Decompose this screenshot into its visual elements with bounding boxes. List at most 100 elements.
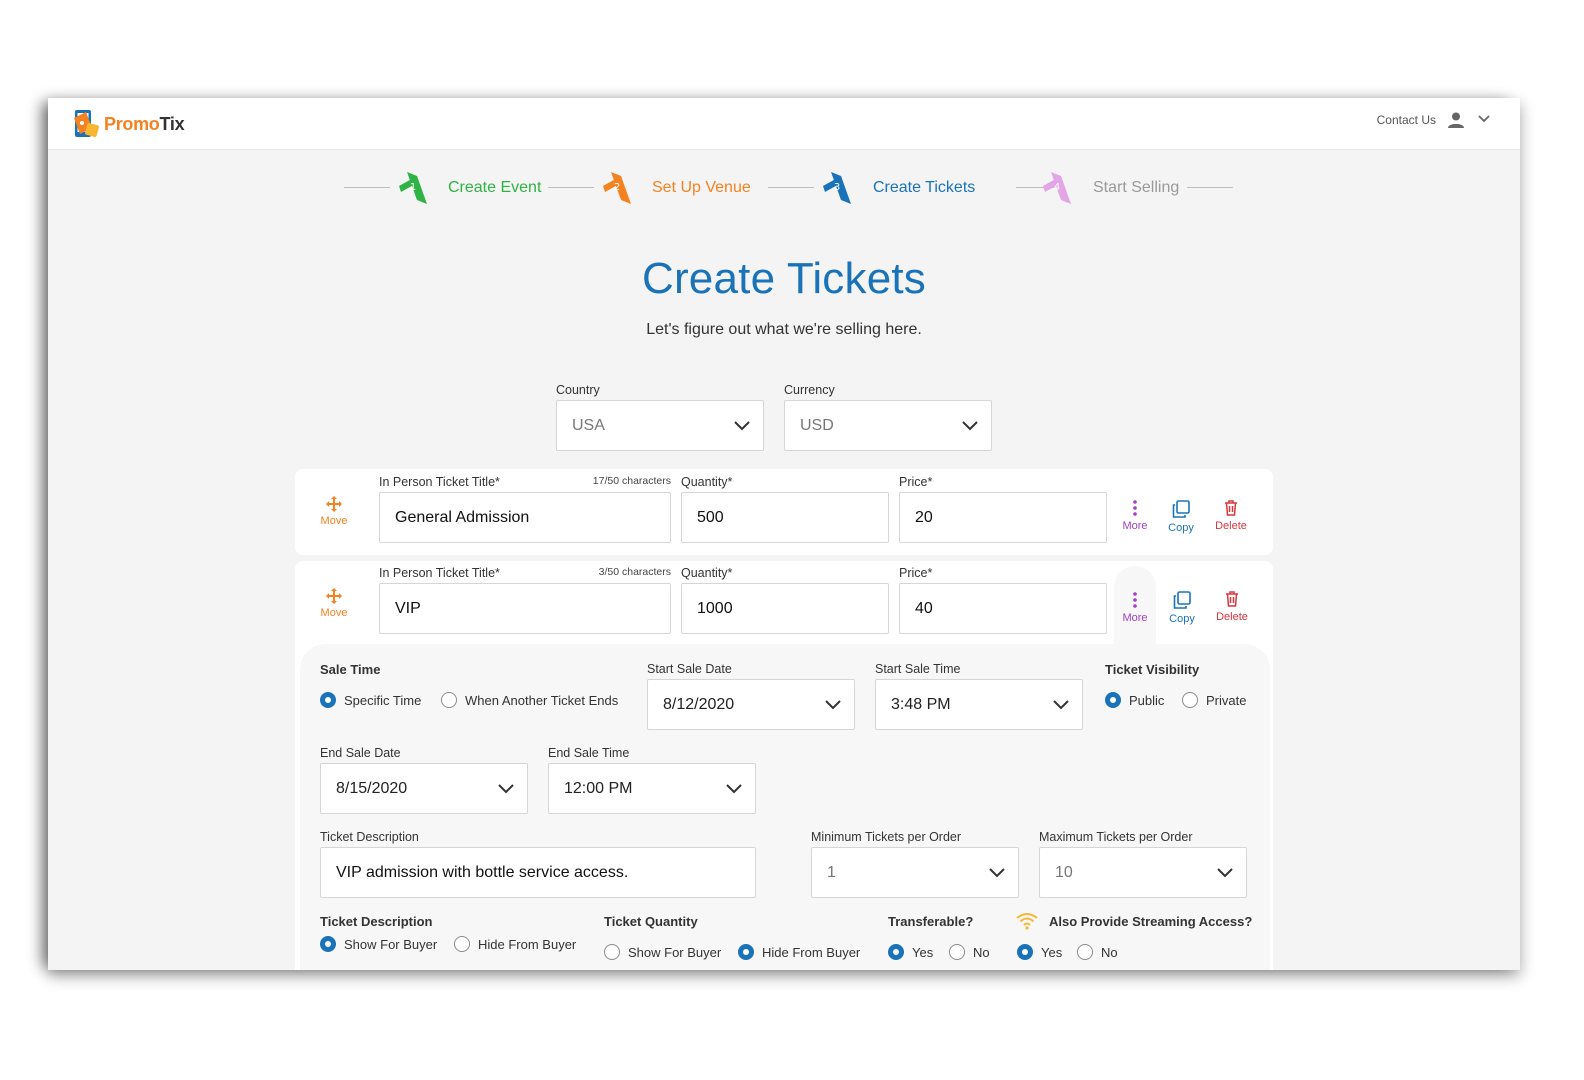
page-subtitle: Let's figure out what we're selling here… [646, 321, 922, 338]
radio-transferable-yes[interactable]: Yes [888, 944, 933, 960]
delete-button[interactable]: Delete [1211, 500, 1251, 532]
price-input[interactable]: 20 [899, 492, 1107, 543]
progress-stepper: 1 Create Event 2 Set Up Venue 3 Create T… [48, 168, 1520, 208]
ticket-phone-logo-icon [74, 110, 99, 137]
quantity-visibility-label: Ticket Quantity [604, 914, 698, 929]
ticket-title-input[interactable]: VIP [379, 583, 671, 634]
ticket-title-input[interactable]: General Admission [379, 492, 671, 543]
more-vertical-icon [1133, 592, 1137, 608]
move-arrows-icon [326, 496, 342, 512]
max-tickets-select[interactable]: 10 [1039, 847, 1247, 898]
top-bar: PromoTix Contact Us [48, 98, 1520, 150]
quantity-input[interactable]: 1000 [681, 583, 889, 634]
radio-qty-show-for-buyer[interactable]: Show For Buyer [604, 944, 721, 960]
radio-private[interactable]: Private [1182, 692, 1246, 708]
max-tickets-label: Maximum Tickets per Order [1039, 830, 1193, 844]
step-connector [344, 187, 390, 188]
step-set-up-venue[interactable]: Set Up Venue [652, 179, 751, 197]
radio-specific-time[interactable]: Specific Time [320, 692, 421, 708]
min-tickets-select[interactable]: 1 [811, 847, 1019, 898]
copy-icon [1173, 591, 1191, 609]
ticket-title-label: In Person Ticket Title* [379, 566, 500, 580]
ticket-description-label: Ticket Description [320, 830, 419, 844]
radio-transferable-no[interactable]: No [949, 944, 990, 960]
user-icon[interactable] [1447, 111, 1465, 129]
character-count: 17/50 characters [592, 475, 671, 487]
currency-select[interactable]: USD [784, 400, 992, 451]
start-sale-time-select[interactable]: 3:48 PM [875, 679, 1083, 730]
currency-label: Currency [784, 383, 835, 397]
radio-when-another-ticket-ends[interactable]: When Another Ticket Ends [441, 692, 618, 708]
chevron-down-icon[interactable] [1478, 115, 1490, 123]
step-start-selling[interactable]: Start Selling [1093, 179, 1179, 197]
move-arrows-icon [326, 588, 342, 604]
chevron-down-icon [1217, 867, 1233, 877]
step-3-ticket-icon: 3 [823, 172, 851, 204]
chevron-down-icon [498, 783, 514, 793]
radio-desc-hide-from-buyer[interactable]: Hide From Buyer [454, 936, 576, 952]
contact-us-link[interactable]: Contact Us [1377, 113, 1436, 127]
step-4-ticket-icon: 4 [1043, 172, 1071, 204]
copy-button[interactable]: Copy [1164, 591, 1200, 625]
quantity-label: Quantity* [681, 566, 733, 580]
price-input[interactable]: 40 [899, 583, 1107, 634]
chevron-down-icon [989, 867, 1005, 877]
radio-qty-hide-from-buyer[interactable]: Hide From Buyer [738, 944, 860, 960]
chevron-down-icon [734, 420, 750, 430]
copy-button[interactable]: Copy [1163, 500, 1199, 534]
radio-desc-show-for-buyer[interactable]: Show For Buyer [320, 936, 437, 952]
price-label: Price* [899, 475, 933, 489]
copy-icon [1172, 500, 1190, 518]
step-create-tickets[interactable]: Create Tickets [873, 179, 975, 197]
delete-button[interactable]: Delete [1212, 591, 1252, 623]
wifi-streaming-icon [1016, 913, 1038, 930]
trash-icon [1225, 500, 1237, 516]
chevron-down-icon [1053, 699, 1069, 709]
trash-icon [1226, 591, 1238, 607]
start-sale-date-select[interactable]: 8/12/2020 [647, 679, 855, 730]
transferable-label: Transferable? [888, 914, 974, 929]
start-sale-time-label: Start Sale Time [875, 662, 961, 676]
sale-time-label: Sale Time [320, 662, 381, 677]
svg-text:1: 1 [410, 182, 416, 193]
step-connector [1187, 187, 1233, 188]
step-create-event[interactable]: Create Event [448, 179, 541, 197]
end-sale-date-select[interactable]: 8/15/2020 [320, 763, 528, 814]
more-button[interactable]: More [1118, 592, 1152, 624]
chevron-down-icon [726, 783, 742, 793]
step-2-ticket-icon: 2 [603, 172, 631, 204]
chevron-down-icon [962, 420, 978, 430]
end-sale-time-select[interactable]: 12:00 PM [548, 763, 756, 814]
more-button[interactable]: More [1118, 500, 1152, 532]
country-select[interactable]: USA [556, 400, 764, 451]
ticket-title-label: In Person Ticket Title* [379, 475, 500, 489]
radio-public[interactable]: Public [1105, 692, 1164, 708]
ticket-visibility-label: Ticket Visibility [1105, 662, 1200, 677]
character-count: 3/50 characters [598, 566, 671, 578]
more-vertical-icon [1133, 500, 1137, 516]
move-button[interactable]: Move [314, 588, 354, 619]
streaming-access-label: Also Provide Streaming Access? [1049, 914, 1253, 929]
min-tickets-label: Minimum Tickets per Order [811, 830, 962, 844]
end-sale-date-label: End Sale Date [320, 746, 401, 760]
ticket-description-input[interactable]: VIP admission with bottle service access… [320, 847, 756, 898]
quantity-input[interactable]: 500 [681, 492, 889, 543]
radio-streaming-yes[interactable]: Yes [1017, 944, 1062, 960]
step-connector [548, 187, 594, 188]
move-button[interactable]: Move [314, 496, 354, 527]
price-label: Price* [899, 566, 933, 580]
svg-text:2: 2 [614, 182, 620, 193]
chevron-down-icon [825, 699, 841, 709]
end-sale-time-label: End Sale Time [548, 746, 630, 760]
radio-streaming-no[interactable]: No [1077, 944, 1118, 960]
svg-text:3: 3 [834, 182, 840, 193]
description-visibility-label: Ticket Description [320, 914, 433, 929]
logo-text: PromoTix [104, 113, 185, 134]
quantity-label: Quantity* [681, 475, 733, 489]
svg-text:4: 4 [1054, 182, 1060, 193]
promotix-logo[interactable]: PromoTix [72, 108, 185, 140]
app-window: PromoTix Contact Us 1 Create Event 2 Set… [48, 98, 1520, 970]
page-title: Create Tickets [641, 254, 926, 303]
country-label: Country [556, 383, 600, 397]
step-1-ticket-icon: 1 [399, 172, 427, 204]
